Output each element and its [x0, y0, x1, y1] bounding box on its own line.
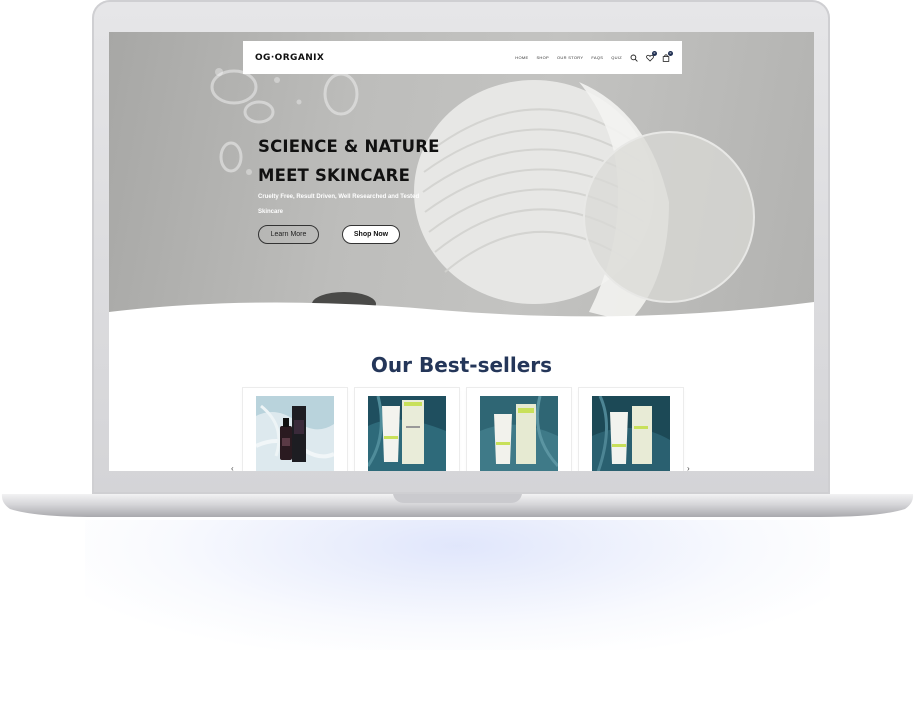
hero-title-line-2: MEET SKINCARE [258, 166, 411, 185]
carousel-prev-arrow-icon[interactable]: ‹ [231, 464, 234, 471]
bag-icon[interactable]: 0 [662, 50, 673, 62]
browser-screen: OG·ORGANIX HOME SHOP OUR STORY FAQS QUIZ… [109, 32, 814, 471]
nav-link-home[interactable]: HOME [515, 55, 528, 60]
nav-link-shop[interactable]: SHOP [536, 55, 549, 60]
product-image[interactable] [592, 396, 670, 471]
cart-count-badge: 0 [668, 50, 673, 56]
product-card[interactable] [579, 388, 683, 471]
nav-link-quiz[interactable]: QUIZ [611, 55, 622, 60]
top-navbar: OG·ORGANIX HOME SHOP OUR STORY FAQS QUIZ… [243, 41, 682, 74]
product-carousel [243, 388, 683, 471]
nav-link-our-story[interactable]: OUR STORY [557, 55, 583, 60]
hero-title-line-1: SCIENCE & NATURE [258, 137, 440, 156]
product-card[interactable] [467, 388, 571, 471]
laptop-shadow-glow [85, 520, 830, 650]
hero-subtitle-line-1: Cruelty Free, Result Driven, Well Resear… [258, 194, 420, 200]
best-sellers-title: Our Best-sellers [370, 353, 553, 377]
nav-link-faqs[interactable]: FAQS [591, 55, 603, 60]
hero-subtitle: Cruelty Free, Result Driven, Well Resear… [258, 190, 438, 220]
product-card[interactable] [243, 388, 347, 471]
product-image[interactable] [256, 396, 334, 471]
search-icon[interactable] [630, 54, 638, 62]
hero-subtitle-line-2: Skincare [258, 209, 284, 215]
hero-title: SCIENCE & NATURE MEET SKINCARE [258, 132, 498, 190]
wishlist-count-badge: 0 [652, 50, 657, 56]
laptop-base [1, 494, 914, 517]
product-image[interactable] [368, 396, 446, 471]
shop-now-button[interactable]: Shop Now [342, 225, 400, 244]
nav-menu: HOME SHOP OUR STORY FAQS QUIZ 0 0 [515, 50, 673, 62]
heart-icon[interactable]: 0 [646, 50, 657, 62]
product-image[interactable] [480, 396, 558, 471]
hero-banner: OG·ORGANIX HOME SHOP OUR STORY FAQS QUIZ… [109, 32, 814, 332]
learn-more-button[interactable]: Learn More [258, 225, 319, 244]
product-card[interactable] [355, 388, 459, 471]
carousel-next-arrow-icon[interactable]: › [687, 464, 690, 471]
brand-logo[interactable]: OG·ORGANIX [255, 53, 324, 63]
